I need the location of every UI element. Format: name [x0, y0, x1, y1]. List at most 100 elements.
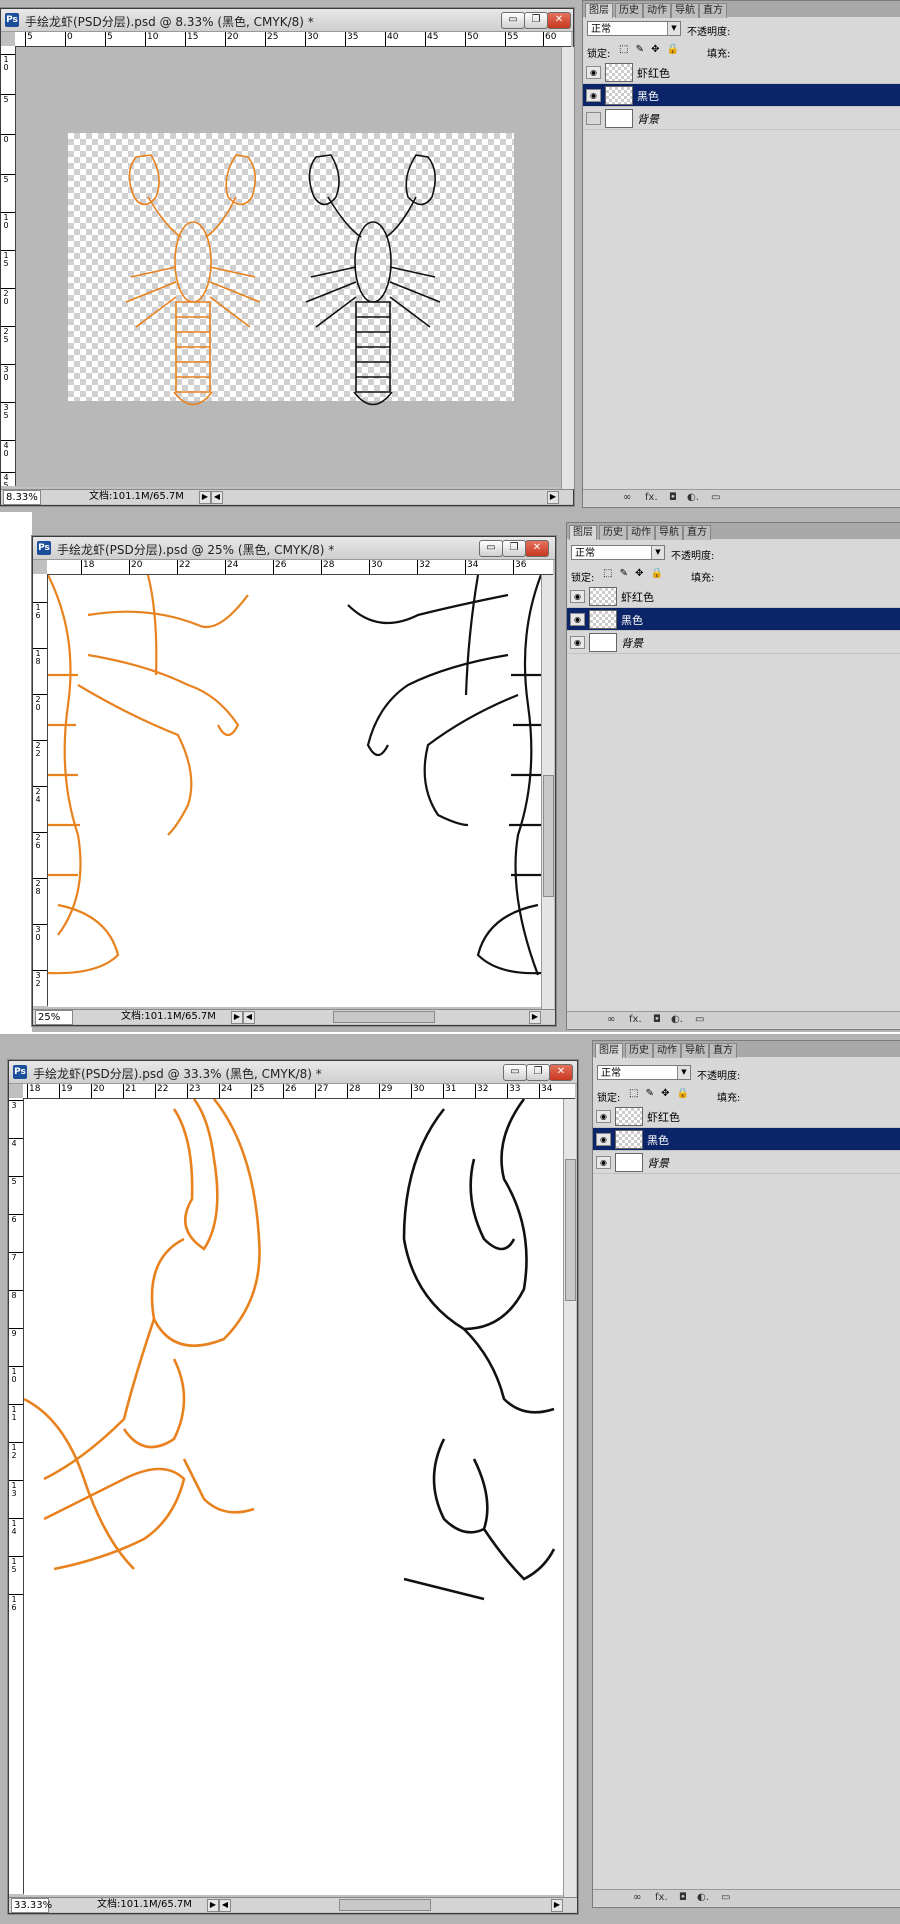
tab-navigator[interactable]: 导航	[655, 525, 683, 540]
document-size-info[interactable]: 文档:101.1M/65.7M	[97, 1898, 192, 1912]
layer-row[interactable]: ◉ 背景	[583, 107, 900, 130]
layer-row-selected[interactable]: ◉ 黑色	[593, 1128, 900, 1151]
scroll-left-icon[interactable]: ◀	[211, 491, 223, 504]
layer-row-selected[interactable]: ◉ 黑色	[567, 608, 900, 631]
close-button[interactable]: ✕	[547, 12, 571, 29]
restore-button[interactable]: ❐	[524, 12, 548, 29]
status-menu-arrow-icon[interactable]: ▶	[231, 1011, 243, 1024]
mask-icon[interactable]: ◘	[679, 1890, 687, 1906]
vertical-ruler[interactable]: 1 0 5 0 5 1 0 1 5 2 0 2 5 3 0 3 5 4 0 4 …	[1, 46, 16, 486]
canvas-area[interactable]	[24, 1099, 563, 1895]
adjustment-icon[interactable]: ◐.	[671, 1012, 683, 1028]
eye-icon[interactable]: ◉	[570, 590, 585, 603]
minimize-button[interactable]: ▭	[479, 540, 503, 557]
fx-icon[interactable]: fx.	[645, 490, 658, 506]
eye-icon[interactable]: ◉	[596, 1156, 611, 1169]
close-button[interactable]: ✕	[525, 540, 549, 557]
tab-actions[interactable]: 动作	[627, 525, 655, 540]
link-layers-icon[interactable]: ∞	[633, 1890, 641, 1906]
zoom-field[interactable]: 25%	[35, 1010, 73, 1025]
eye-icon[interactable]: ◉	[596, 1133, 611, 1146]
tab-histogram[interactable]: 直方	[683, 525, 711, 540]
tab-history[interactable]: 历史	[599, 525, 627, 540]
restore-button[interactable]: ❐	[526, 1064, 550, 1081]
minimize-button[interactable]: ▭	[503, 1064, 527, 1081]
horizontal-ruler[interactable]: 18 19 20 21 22 23 24 25 26 27 28 29 30 3…	[23, 1084, 575, 1099]
lock-icons[interactable]: ⬚ ✎ ✥ 🔒	[619, 44, 681, 55]
title-bar[interactable]: Ps 手绘龙虾(PSD分层).psd @ 25% (黑色, CMYK/8) * …	[33, 537, 555, 560]
zoom-field[interactable]: 8.33%	[3, 490, 41, 505]
tab-layers[interactable]: 图层	[595, 1043, 623, 1058]
adjustment-icon[interactable]: ◐.	[697, 1890, 709, 1906]
eye-icon[interactable]: ◉	[586, 89, 601, 102]
vertical-scrollbar[interactable]	[563, 1099, 576, 1897]
fx-icon[interactable]: fx.	[655, 1890, 668, 1906]
tab-history[interactable]: 历史	[625, 1043, 653, 1058]
canvas-area[interactable]	[48, 575, 541, 1007]
eye-icon[interactable]: ◉	[586, 66, 601, 79]
layer-row[interactable]: ◉ 背景	[593, 1151, 900, 1174]
ruler-label: 28	[320, 560, 335, 574]
scroll-left-icon[interactable]: ◀	[219, 1899, 231, 1912]
tab-actions[interactable]: 动作	[653, 1043, 681, 1058]
mask-icon[interactable]: ◘	[653, 1012, 661, 1028]
tab-actions[interactable]: 动作	[643, 3, 671, 18]
document-size-info[interactable]: 文档:101.1M/65.7M	[121, 1010, 216, 1024]
eye-icon[interactable]: ◉	[570, 613, 585, 626]
blend-mode-select[interactable]: 正常 ▼	[597, 1065, 691, 1080]
eye-icon[interactable]: ◉	[586, 112, 601, 125]
vertical-ruler[interactable]: 3 4 5 6 7 8 9 1 0 1 1 1 2 1 3 1 4 1 5 1 …	[9, 1098, 24, 1894]
restore-button[interactable]: ❐	[502, 540, 526, 557]
canvas-area[interactable]	[16, 47, 564, 487]
vertical-scroll-thumb[interactable]	[543, 775, 554, 897]
tab-histogram[interactable]: 直方	[699, 3, 727, 18]
horizontal-scroll-thumb[interactable]	[333, 1011, 435, 1023]
tab-navigator[interactable]: 导航	[681, 1043, 709, 1058]
layer-row[interactable]: ◉ 虾红色	[583, 61, 900, 84]
fx-icon[interactable]: fx.	[629, 1012, 642, 1028]
horizontal-scroll-thumb[interactable]	[339, 1899, 431, 1911]
document-size-info[interactable]: 文档:101.1M/65.7M	[89, 490, 184, 504]
horizontal-ruler[interactable]: 18 20 22 24 26 28 30 32 34 36	[47, 560, 553, 575]
scroll-right-icon[interactable]: ▶	[551, 1899, 563, 1912]
status-menu-arrow-icon[interactable]: ▶	[207, 1899, 219, 1912]
horizontal-ruler[interactable]: 5 0 5 10 15 20 25 30 35 40 45 50 55 60	[15, 32, 571, 47]
adjustment-icon[interactable]: ◐.	[687, 490, 699, 506]
lobster-closeup-33	[24, 1099, 556, 1601]
minimize-button[interactable]: ▭	[501, 12, 525, 29]
blend-mode-select[interactable]: 正常 ▼	[587, 21, 681, 36]
scroll-right-icon[interactable]: ▶	[529, 1011, 541, 1024]
vertical-ruler[interactable]: 1 6 1 8 2 0 2 2 2 4 2 6 2 8 3 0 3 2	[33, 574, 48, 1006]
tab-histogram[interactable]: 直方	[709, 1043, 737, 1058]
scroll-left-icon[interactable]: ◀	[243, 1011, 255, 1024]
ruler-label: 1 5	[1, 250, 15, 268]
vertical-scroll-thumb[interactable]	[565, 1159, 576, 1301]
lock-icons[interactable]: ⬚ ✎ ✥ 🔒	[629, 1088, 691, 1099]
title-bar[interactable]: Ps 手绘龙虾(PSD分层).psd @ 33.3% (黑色, CMYK/8) …	[9, 1061, 577, 1084]
new-layer-icon[interactable]: ▭	[695, 1012, 704, 1028]
blend-mode-select[interactable]: 正常 ▼	[571, 545, 665, 560]
tab-layers[interactable]: 图层	[585, 3, 613, 18]
eye-icon[interactable]: ◉	[596, 1110, 611, 1123]
new-layer-icon[interactable]: ▭	[721, 1890, 730, 1906]
eye-icon[interactable]: ◉	[570, 636, 585, 649]
mask-icon[interactable]: ◘	[669, 490, 677, 506]
tab-history[interactable]: 历史	[615, 3, 643, 18]
layer-row[interactable]: ◉ 虾红色	[567, 585, 900, 608]
tab-navigator[interactable]: 导航	[671, 3, 699, 18]
lock-icons[interactable]: ⬚ ✎ ✥ 🔒	[603, 568, 665, 579]
zoom-field[interactable]: 33.33%	[11, 1898, 52, 1913]
vertical-scrollbar[interactable]	[541, 575, 554, 1009]
scroll-right-icon[interactable]: ▶	[547, 491, 559, 504]
layer-row-selected[interactable]: ◉ 黑色	[583, 84, 900, 107]
close-button[interactable]: ✕	[549, 1064, 573, 1081]
tab-layers[interactable]: 图层	[569, 525, 597, 540]
vertical-scrollbar[interactable]	[561, 47, 574, 489]
layer-row[interactable]: ◉ 背景	[567, 631, 900, 654]
status-menu-arrow-icon[interactable]: ▶	[199, 491, 211, 504]
link-layers-icon[interactable]: ∞	[607, 1012, 615, 1028]
layer-row[interactable]: ◉ 虾红色	[593, 1105, 900, 1128]
title-bar[interactable]: Ps 手绘龙虾(PSD分层).psd @ 8.33% (黑色, CMYK/8) …	[1, 9, 573, 32]
link-layers-icon[interactable]: ∞	[623, 490, 631, 506]
new-layer-icon[interactable]: ▭	[711, 490, 720, 506]
